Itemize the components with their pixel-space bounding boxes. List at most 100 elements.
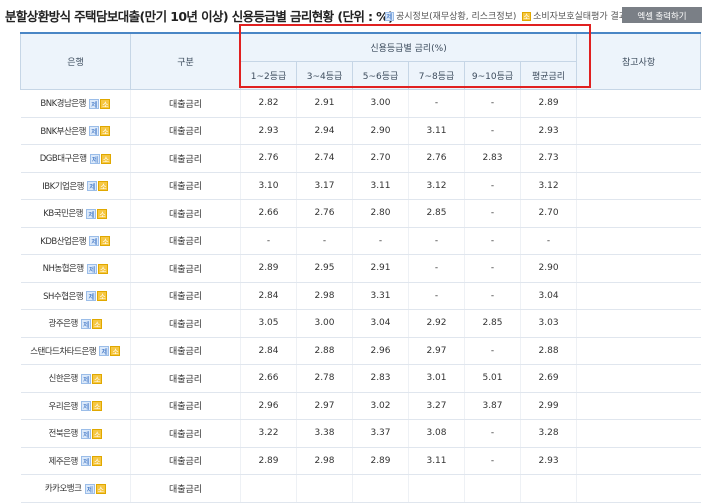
rate-cell: 2.83 bbox=[464, 144, 521, 173]
disclosure-icon[interactable]: 제 bbox=[80, 318, 91, 329]
rate-cell: 3.08 bbox=[408, 419, 465, 448]
disclosure-icon[interactable]: 제 bbox=[80, 456, 91, 467]
bank-name[interactable]: BNK경남은행 bbox=[40, 99, 86, 109]
disclosure-icon[interactable]: 제 bbox=[89, 153, 100, 164]
table-row: BNK경남은행 제 소 대출금리 2.82 2.91 3.00- -2.89 bbox=[20, 89, 701, 118]
bank-cell[interactable]: KDB산업은행 제소 bbox=[20, 227, 131, 255]
rate-cell: 2.74 bbox=[296, 144, 353, 173]
rate-cell: - bbox=[408, 254, 465, 283]
disclosure-icon[interactable]: 제 bbox=[89, 98, 100, 109]
rate-cell: 3.02 bbox=[352, 392, 409, 420]
bank-name[interactable]: 전북은행 bbox=[49, 429, 79, 439]
rate-cell: - bbox=[519, 227, 577, 255]
bank-name[interactable]: IBK기업은행 bbox=[42, 182, 84, 192]
bank-name[interactable]: NH농협은행 bbox=[43, 264, 85, 274]
bank-name[interactable]: 제주은행 bbox=[49, 457, 79, 467]
bank-cell[interactable]: NH농협은행 제소 bbox=[20, 254, 131, 283]
disclosure-icon[interactable]: 제 bbox=[86, 208, 97, 219]
rate-cell: 3.05 bbox=[240, 309, 297, 338]
type-cell: 대출금리 bbox=[130, 474, 241, 503]
note-cell bbox=[576, 392, 701, 420]
rate-cell: 3.04 bbox=[352, 309, 409, 338]
consumer-protection-icon[interactable]: 소 bbox=[97, 263, 108, 274]
disclosure-icon[interactable]: 제 bbox=[80, 428, 91, 439]
bank-cell[interactable]: 카카오뱅크 제소 bbox=[20, 474, 131, 503]
bank-cell[interactable]: 우리은행 제소 bbox=[20, 392, 131, 420]
disclosure-icon[interactable]: 제 bbox=[84, 483, 95, 494]
bank-name[interactable]: KDB산업은행 bbox=[40, 237, 86, 247]
bank-name[interactable]: 광주은행 bbox=[49, 319, 79, 329]
bank-cell[interactable]: DGB대구은행 제소 bbox=[20, 144, 131, 173]
consumer-protection-icon[interactable]: 소 bbox=[100, 236, 111, 247]
bank-cell[interactable]: 전북은행 제소 bbox=[20, 419, 131, 448]
disclosure-icon[interactable]: 제 bbox=[99, 346, 110, 357]
consumer-protection-icon[interactable]: 소 bbox=[97, 291, 108, 302]
rate-cell: 3.38 bbox=[296, 419, 353, 448]
rate-cell: - bbox=[240, 227, 297, 255]
excel-export-button[interactable]: 엑셀 출력하기 bbox=[622, 7, 702, 23]
rate-cell: - bbox=[352, 227, 409, 255]
table-row: NH농협은행 제 소 대출금리 2.89 2.95 2.91- -2.90 bbox=[20, 254, 701, 283]
rate-cell: 2.78 bbox=[296, 364, 353, 393]
bank-cell[interactable]: IBK기업은행 제소 bbox=[20, 172, 131, 200]
table-row: 광주은행 제 소 대출금리 3.05 3.00 3.04 2.92 2.85 3.03 bbox=[20, 309, 701, 338]
rate-cell: 3.22 bbox=[240, 419, 297, 448]
table-row: IBK기업은행 제 소 대출금리 3.10 3.17 3.11 3.12-3.12 bbox=[20, 172, 701, 200]
note-cell bbox=[576, 89, 701, 118]
note-cell bbox=[576, 337, 701, 365]
bank-cell[interactable]: BNK부산은행 제소 bbox=[20, 117, 131, 145]
rate-cell bbox=[408, 474, 465, 503]
bank-cell[interactable]: KB국민은행 제소 bbox=[20, 199, 131, 228]
rate-cell: 3.87 bbox=[464, 392, 521, 420]
disclosure-icon[interactable]: 제 bbox=[80, 373, 91, 384]
consumer-protection-icon[interactable]: 소 bbox=[97, 208, 108, 219]
bank-cell[interactable]: SH수협은행 제소 bbox=[20, 282, 131, 310]
rate-cell: 2.97 bbox=[296, 392, 353, 420]
note-cell bbox=[576, 227, 701, 255]
rate-cell: 2.99 bbox=[519, 392, 577, 420]
disclosure-icon[interactable]: 제 bbox=[89, 236, 100, 247]
rate-cell: 2.95 bbox=[296, 254, 353, 283]
rate-cell: 2.92 bbox=[408, 309, 465, 338]
rate-cell bbox=[240, 474, 297, 503]
bank-name[interactable]: 스탠다드차타드은행 bbox=[30, 347, 96, 357]
consumer-protection-icon[interactable]: 소 bbox=[100, 98, 111, 109]
bank-cell[interactable]: 제주은행 제소 bbox=[20, 447, 131, 475]
bank-name[interactable]: KB국민은행 bbox=[43, 209, 83, 219]
rate-cell: 2.93 bbox=[240, 117, 297, 145]
bank-name[interactable]: DGB대구은행 bbox=[40, 154, 87, 164]
type-cell: 대출금리 bbox=[130, 364, 241, 393]
bank-name[interactable]: 우리은행 bbox=[49, 402, 79, 412]
disclosure-icon[interactable]: 제 bbox=[86, 291, 97, 302]
bank-cell[interactable]: BNK경남은행 제소 bbox=[20, 89, 131, 118]
consumer-protection-icon[interactable]: 소 bbox=[91, 428, 102, 439]
type-cell: 대출금리 bbox=[130, 419, 241, 448]
consumer-protection-icon[interactable]: 소 bbox=[91, 318, 102, 329]
bank-cell[interactable]: 광주은행 제소 bbox=[20, 309, 131, 338]
consumer-protection-icon[interactable]: 소 bbox=[91, 401, 102, 412]
disclosure-icon[interactable]: 제 bbox=[87, 181, 98, 192]
bank-name[interactable]: SH수협은행 bbox=[43, 292, 84, 302]
col-header-grade: 3~4등급 bbox=[296, 61, 353, 90]
consumer-protection-icon[interactable]: 소 bbox=[91, 456, 102, 467]
bank-name[interactable]: 신한은행 bbox=[49, 374, 79, 384]
consumer-protection-icon[interactable]: 소 bbox=[98, 181, 109, 192]
rate-cell: 2.90 bbox=[352, 117, 409, 145]
disclosure-icon[interactable]: 제 bbox=[86, 263, 97, 274]
bank-name[interactable]: BNK부산은행 bbox=[40, 127, 86, 137]
disclosure-icon[interactable]: 제 bbox=[89, 126, 100, 137]
bank-cell[interactable]: 스탠다드차타드은행 제소 bbox=[20, 337, 131, 365]
disclosure-icon[interactable]: 제 bbox=[80, 401, 91, 412]
rate-cell: 3.37 bbox=[352, 419, 409, 448]
rate-cell: - bbox=[296, 227, 353, 255]
rate-cell: 3.27 bbox=[408, 392, 465, 420]
consumer-protection-icon[interactable]: 소 bbox=[110, 346, 121, 357]
consumer-protection-icon[interactable]: 소 bbox=[95, 483, 106, 494]
table-row: SH수협은행 제 소 대출금리 2.84 2.98 3.31- -3.04 bbox=[20, 282, 701, 310]
consumer-protection-icon[interactable]: 소 bbox=[100, 153, 111, 164]
rate-cell: - bbox=[408, 89, 465, 118]
consumer-protection-icon[interactable]: 소 bbox=[100, 126, 111, 137]
note-cell bbox=[576, 364, 701, 393]
consumer-protection-icon[interactable]: 소 bbox=[91, 373, 102, 384]
bank-cell[interactable]: 신한은행 제소 bbox=[20, 364, 131, 393]
